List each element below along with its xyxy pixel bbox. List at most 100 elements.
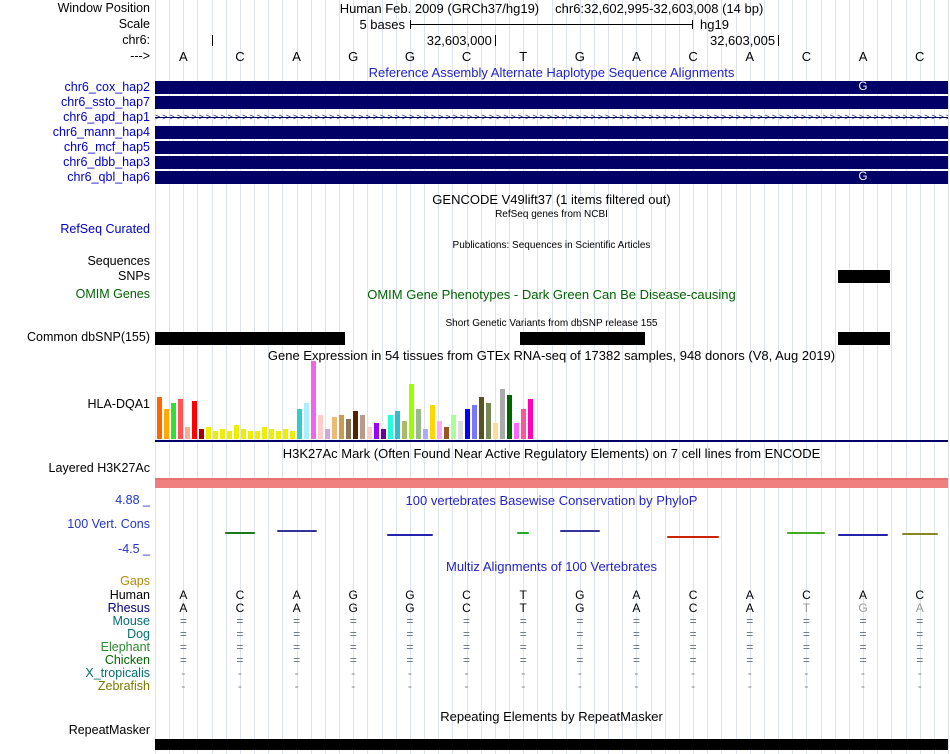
reference-base: C <box>688 49 698 64</box>
repeatmasker-item[interactable] <box>155 739 948 750</box>
gtex-expression-bar[interactable] <box>353 411 358 439</box>
track-label-h3k27ac[interactable]: Layered H3K27Ac <box>0 462 150 475</box>
gtex-expression-bar[interactable] <box>199 429 204 439</box>
conservation-mark <box>667 536 720 538</box>
gtex-expression-bar[interactable] <box>276 431 281 439</box>
conservation-mark <box>901 533 938 535</box>
gtex-expression-bar[interactable] <box>423 429 428 439</box>
gtex-expression-bar[interactable] <box>304 403 309 439</box>
gtex-expression-bar[interactable] <box>332 417 337 439</box>
haplotype-item[interactable]: G <box>155 81 948 94</box>
gtex-expression-bar[interactable] <box>472 405 477 439</box>
gtex-expression-bar[interactable] <box>444 427 449 439</box>
track-label-gtex-gene[interactable]: HLA-DQA1 <box>0 398 150 411</box>
track-title-repeatmasker: Repeating Elements by RepeatMasker <box>440 709 663 724</box>
reference-base: C <box>235 49 245 64</box>
gtex-expression-bar[interactable] <box>500 389 505 439</box>
gtex-expression-bar[interactable] <box>521 409 526 439</box>
track-subtitle-dbsnp: Short Genetic Variants from dbSNP releas… <box>445 318 658 329</box>
gtex-expression-bar[interactable] <box>381 429 386 439</box>
gridline <box>948 0 949 754</box>
gtex-expression-bar[interactable] <box>486 403 491 439</box>
species-label-zebrafish[interactable]: Zebrafish <box>0 680 150 693</box>
gtex-expression-bar[interactable] <box>241 429 246 439</box>
dbsnp-item[interactable] <box>155 332 345 345</box>
conservation-mark <box>787 532 826 534</box>
gtex-expression-bar[interactable] <box>409 384 414 439</box>
gtex-expression-bar[interactable] <box>206 427 211 439</box>
gtex-expression-bar[interactable] <box>311 361 316 439</box>
gtex-expression-bar[interactable] <box>465 409 470 439</box>
gtex-expression-bar[interactable] <box>360 415 365 439</box>
haplotype-item[interactable] <box>155 96 948 109</box>
gtex-expression-bar[interactable] <box>171 403 176 439</box>
gtex-expression-bar[interactable] <box>493 423 498 439</box>
alignment-cell: - <box>294 679 299 693</box>
gtex-expression-bar[interactable] <box>192 401 197 439</box>
haplotype-item[interactable] <box>155 141 948 154</box>
track-title-h3k27ac: H3K27Ac Mark (Often Found Near Active Re… <box>282 446 821 461</box>
gtex-expression-bar[interactable] <box>479 397 484 439</box>
track-label-omim-genes[interactable]: OMIM Genes <box>0 288 150 301</box>
gtex-expression-bar[interactable] <box>528 399 533 439</box>
gtex-expression-bar[interactable] <box>248 431 253 439</box>
reference-base: G <box>404 49 415 64</box>
gtex-expression-bar[interactable] <box>451 415 456 439</box>
gtex-expression-bar[interactable] <box>213 431 218 439</box>
gtex-expression-bar[interactable] <box>402 421 407 439</box>
dbsnp-item[interactable] <box>520 332 645 345</box>
gtex-expression-bar[interactable] <box>164 409 169 439</box>
gtex-expression-bar[interactable] <box>339 415 344 439</box>
gtex-expression-bar[interactable] <box>178 399 183 439</box>
track-label-chr6-dbb-hap3[interactable]: chr6_dbb_hap3 <box>0 156 150 169</box>
gtex-expression-bar[interactable] <box>220 429 225 439</box>
gtex-expression-bar[interactable] <box>255 431 260 439</box>
gtex-expression-bar[interactable] <box>185 427 190 439</box>
track-label-chr6-ssto-hap7[interactable]: chr6_ssto_hap7 <box>0 96 150 109</box>
gtex-expression-bar[interactable] <box>346 419 351 439</box>
gtex-expression-bar[interactable] <box>514 423 519 439</box>
haplotype-item[interactable] <box>155 156 948 169</box>
track-label-gaps[interactable]: Gaps <box>0 575 150 588</box>
gtex-expression-bar[interactable] <box>290 431 295 439</box>
alignment-cell: - <box>804 679 809 693</box>
gtex-expression-bar[interactable] <box>430 405 435 439</box>
gtex-expression-bar[interactable] <box>227 431 232 439</box>
track-label-chr6-qbl-hap6[interactable]: chr6_qbl_hap6 <box>0 171 150 184</box>
gtex-expression-bar[interactable] <box>416 409 421 439</box>
gtex-expression-bar[interactable] <box>262 427 267 439</box>
gtex-expression-bar[interactable] <box>395 411 400 439</box>
conservation-mark <box>225 532 255 534</box>
gtex-expression-bar[interactable] <box>234 425 239 439</box>
gtex-expression-bar[interactable] <box>283 429 288 439</box>
h3k27ac-signal[interactable] <box>155 478 948 488</box>
track-label-chr6-apd-hap1[interactable]: chr6_apd_hap1 <box>0 111 150 124</box>
haplotype-item[interactable] <box>155 126 948 139</box>
track-label-repeatmasker[interactable]: RepeatMasker <box>0 724 150 737</box>
track-label-snps[interactable]: SNPs <box>0 270 150 283</box>
snp-item[interactable] <box>838 270 890 283</box>
haplotype-gap-item[interactable]: >>>>>>>>>>>>>>>>>>>>>>>>>>>>>>>>>>>>>>>>… <box>155 111 948 124</box>
gtex-expression-bar[interactable] <box>507 395 512 439</box>
gtex-expression-bar[interactable] <box>388 415 393 439</box>
track-label-sequences[interactable]: Sequences <box>0 255 150 268</box>
variant-base: G <box>858 81 868 93</box>
gtex-expression-bar[interactable] <box>157 397 162 439</box>
track-label-chr6-mann-hap4[interactable]: chr6_mann_hap4 <box>0 126 150 139</box>
gtex-expression-bar[interactable] <box>318 415 323 439</box>
gtex-expression-bar[interactable] <box>458 421 463 439</box>
conservation-max-label: 4.88 _ <box>115 493 150 507</box>
track-label-100-vert-cons[interactable]: 100 Vert. Cons <box>0 518 150 531</box>
track-label-chr6-cox-hap2[interactable]: chr6_cox_hap2 <box>0 81 150 94</box>
gtex-expression-bar[interactable] <box>374 423 379 439</box>
track-label-chr6-mcf-hap5[interactable]: chr6_mcf_hap5 <box>0 141 150 154</box>
haplotype-item[interactable]: G <box>155 171 948 184</box>
gtex-expression-bar[interactable] <box>437 421 442 439</box>
track-label-refseq-curated[interactable]: RefSeq Curated <box>0 223 150 236</box>
gtex-expression-bar[interactable] <box>297 409 302 439</box>
gtex-expression-bar[interactable] <box>367 427 372 439</box>
gtex-expression-bar[interactable] <box>325 429 330 439</box>
dbsnp-item[interactable] <box>838 332 890 345</box>
track-label-common-dbsnp[interactable]: Common dbSNP(155) <box>0 331 150 344</box>
gtex-expression-bar[interactable] <box>269 429 274 439</box>
